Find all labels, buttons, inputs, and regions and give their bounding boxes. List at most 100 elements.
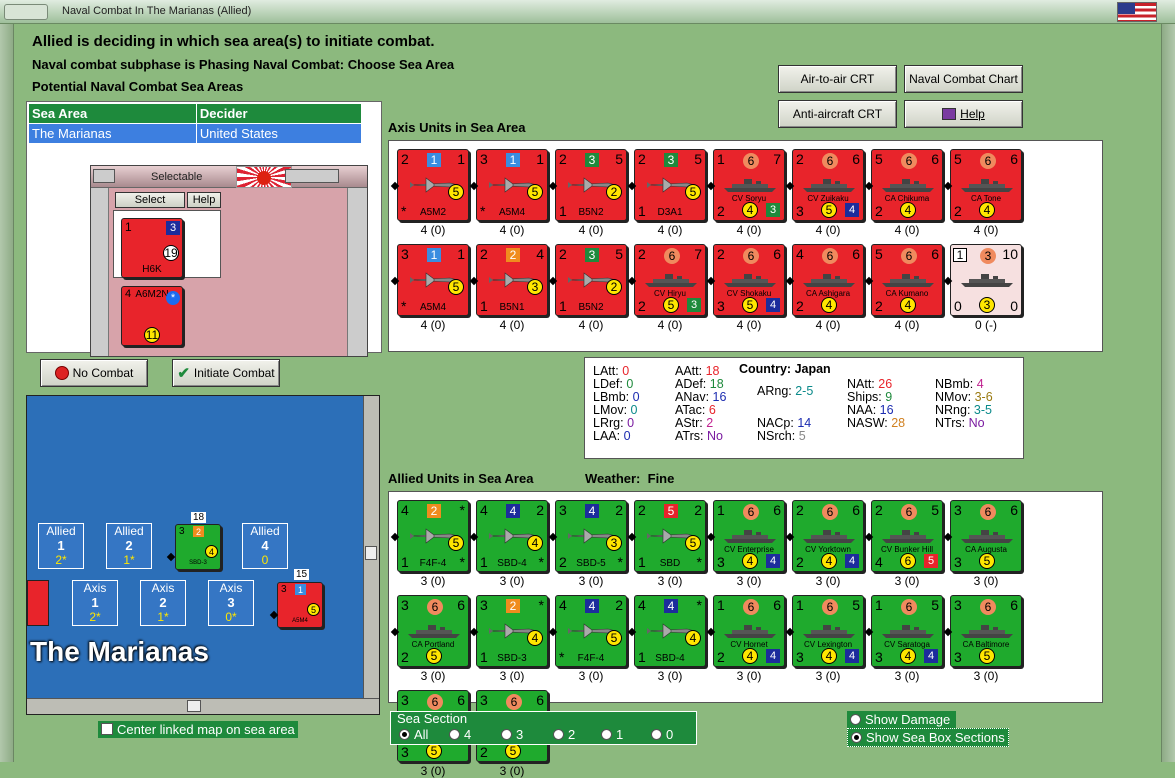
sea-area-cell[interactable]: The Marianas bbox=[28, 123, 197, 144]
axis-unit-counter[interactable]: 5 6 2 6 CA Chikuma 4 bbox=[871, 149, 943, 221]
axis-unit-counter[interactable]: 3 1 * 1 5 A5M4 bbox=[397, 244, 469, 316]
stat-col3-1: NACp: 14 bbox=[757, 416, 812, 430]
allied-unit-counter[interactable]: 3 6 2 6 CA Portland 5 bbox=[397, 595, 469, 667]
map-stack-a5m4[interactable]: 3 1 5 A5M4 bbox=[277, 582, 323, 628]
allied-unit-counter[interactable]: 3 6 3 6 CA Augusta 5 bbox=[950, 500, 1022, 572]
window-menu-icon[interactable] bbox=[4, 4, 48, 20]
axis-sea-box-1[interactable]: Axis 1 2* bbox=[72, 580, 118, 626]
allied-unit-counter[interactable]: 4 2 * 4 5 F4F-4 bbox=[555, 595, 627, 667]
stat-col4-2: NAA: 16 bbox=[847, 403, 894, 417]
stat-col4-0: NAtt: 26 bbox=[847, 377, 893, 391]
allied-sea-box-4[interactable]: Allied 4 0 bbox=[242, 523, 288, 569]
selectable-unit-h6k[interactable]: 1 3 19 H6K bbox=[121, 218, 183, 278]
allied-unit-counter[interactable]: 1 5 3 6 CV Lexington 4 4 bbox=[792, 595, 864, 667]
stat-col4-3: NASW: 28 bbox=[847, 416, 906, 430]
axis-unit-counter[interactable]: 5 6 2 6 CA Tone 4 bbox=[950, 149, 1022, 221]
status-message: Allied is deciding in which sea area(s) … bbox=[32, 33, 435, 50]
column-header-decider[interactable]: Decider bbox=[195, 103, 363, 124]
stat-col3-2: NSrch: 5 bbox=[757, 429, 806, 443]
stat-col1-3: LMov: 0 bbox=[593, 403, 638, 417]
left-frame bbox=[0, 24, 14, 762]
unit-strength-caption: 4 (0) bbox=[736, 223, 762, 237]
unit-strength-caption: 4 (0) bbox=[420, 223, 446, 237]
sea-section-radio-4[interactable]: 4 bbox=[449, 727, 471, 742]
stat-col1-4: LRrg: 0 bbox=[593, 416, 635, 430]
select-button[interactable]: Select bbox=[115, 192, 185, 208]
axis-unit-counter[interactable]: 1 7 2 6 CV Soryu 4 3 bbox=[713, 149, 785, 221]
axis-unit-counter[interactable]: 4 6 2 6 CA Ashigara 4 bbox=[792, 244, 864, 316]
unit-strength-caption: 3 (0) bbox=[657, 669, 683, 683]
naval-combat-chart-button[interactable]: Naval Combat Chart bbox=[904, 65, 1023, 93]
sea-section-radio-3[interactable]: 3 bbox=[501, 727, 523, 742]
allied-unit-counter[interactable]: 4 2 1 * 4 4 SBD-4 bbox=[476, 500, 548, 572]
weather-label: Weather: Fine bbox=[585, 471, 675, 486]
help-button[interactable]: Help bbox=[904, 100, 1023, 128]
axis-unit-counter[interactable]: 3 1 * 1 5 A5M4 bbox=[476, 149, 548, 221]
allied-unit-counter[interactable]: 1 5 3 6 CV Saratoga 4 4 bbox=[871, 595, 943, 667]
axis-unit-counter[interactable]: 2 6 3 6 CV Zuikaku 5 4 bbox=[792, 149, 864, 221]
stat-col3-0: ARng: 2-5 bbox=[757, 384, 814, 398]
axis-unit-counter[interactable]: 2 6 3 6 CV Shokaku 5 4 bbox=[713, 244, 785, 316]
air-to-air-crt-button[interactable]: Air-to-air CRT bbox=[778, 65, 897, 93]
center-map-checkbox[interactable]: Center linked map on sea area bbox=[98, 721, 298, 738]
allied-unit-counter[interactable]: 3 2 2 * 4 3 SBD-5 bbox=[555, 500, 627, 572]
table-row[interactable]: The Marianas United States bbox=[28, 123, 363, 144]
allied-unit-counter[interactable]: 3 * 1 2 4 SBD-3 bbox=[476, 595, 548, 667]
initiate-combat-button[interactable]: ✔ Initiate Combat bbox=[172, 359, 280, 387]
stat-col4-1: Ships: 9 bbox=[847, 390, 893, 404]
sea-section-radio-0[interactable]: 0 bbox=[651, 727, 673, 742]
unit-strength-caption: 4 (0) bbox=[973, 223, 999, 237]
map-stack-sbd-3[interactable]: 3 2 4 SBD-3 bbox=[175, 524, 221, 570]
partial-axis-stack[interactable] bbox=[27, 580, 49, 626]
axis-unit-counter[interactable]: 2 4 1 2 3 B5N1 bbox=[476, 244, 548, 316]
unit-strength-caption: 4 (0) bbox=[815, 318, 841, 332]
allied-unit-counter[interactable]: 4 * 1 * 2 5 F4F-4 bbox=[397, 500, 469, 572]
allied-unit-counter[interactable]: 1 6 2 6 CV Hornet 4 4 bbox=[713, 595, 785, 667]
selectable-scrollbar-left[interactable] bbox=[91, 188, 109, 356]
allied-unit-counter[interactable]: 4 * 1 4 4 SBD-4 bbox=[634, 595, 706, 667]
no-entry-icon bbox=[54, 366, 69, 380]
unit-strength-caption: 4 (0) bbox=[815, 223, 841, 237]
minimize-icon[interactable] bbox=[93, 169, 115, 183]
unit-strength-caption: 3 (0) bbox=[973, 669, 999, 683]
axis-sea-box-2[interactable]: Axis 2 1* bbox=[140, 580, 186, 626]
axis-unit-counter[interactable]: 2 5 1 3 2 B5N2 bbox=[555, 149, 627, 221]
sea-section-radio-1[interactable]: 1 bbox=[601, 727, 623, 742]
selectable-help-button[interactable]: Help bbox=[187, 192, 221, 208]
axis-units-heading: Axis Units in Sea Area bbox=[388, 120, 526, 135]
column-header-sea-area[interactable]: Sea Area bbox=[28, 103, 197, 124]
allied-unit-counter[interactable]: 2 6 2 6 CV Yorktown 4 4 bbox=[792, 500, 864, 572]
selectable-unit-a6m2n[interactable]: 4 A6M2N * 11 bbox=[121, 286, 183, 346]
map-vertical-scrollbar[interactable] bbox=[363, 396, 379, 702]
axis-unit-counter[interactable]: 2 5 1 3 5 D3A1 bbox=[634, 149, 706, 221]
allied-unit-counter[interactable]: 2 2 1 * 5 5 SBD bbox=[634, 500, 706, 572]
decider-cell[interactable]: United States bbox=[195, 123, 363, 144]
stack-marker-icon bbox=[166, 552, 176, 562]
allied-sea-box-1[interactable]: Allied 1 2* bbox=[38, 523, 84, 569]
sea-section-group: Sea Section All 4 3 2 1 0 bbox=[390, 711, 697, 745]
axis-sea-box-3[interactable]: Axis 3 0* bbox=[208, 580, 254, 626]
selectable-scrollbar-right[interactable] bbox=[347, 188, 367, 356]
unit-strength-caption: 3 (0) bbox=[499, 669, 525, 683]
unit-strength-caption: 4 (0) bbox=[420, 318, 446, 332]
sea-section-radio-all[interactable]: All bbox=[399, 727, 428, 742]
axis-unit-counter[interactable]: 2 1 * 1 5 A5M2 bbox=[397, 149, 469, 221]
stat-col5-0: NBmb: 4 bbox=[935, 377, 984, 391]
window-control-icon[interactable] bbox=[285, 169, 339, 183]
allied-unit-counter[interactable]: 3 6 3 6 CA Baltimore 5 bbox=[950, 595, 1022, 667]
map-horizontal-scrollbar[interactable] bbox=[27, 698, 379, 714]
allied-sea-box-2[interactable]: Allied 2 1* bbox=[106, 523, 152, 569]
allied-unit-counter[interactable]: 2 5 4 6 CV Bunker Hill 6 5 bbox=[871, 500, 943, 572]
axis-unit-counter[interactable]: 2 7 2 6 CV Hiryu 5 3 bbox=[634, 244, 706, 316]
no-combat-button[interactable]: No Combat bbox=[40, 359, 148, 387]
show-damage-radio[interactable]: Show Damage bbox=[847, 711, 957, 728]
show-sea-box-radio[interactable]: Show Sea Box Sections bbox=[847, 728, 1009, 747]
anti-aircraft-crt-button[interactable]: Anti-aircraft CRT bbox=[778, 100, 897, 128]
radio-circle bbox=[601, 729, 612, 740]
sea-section-radio-2[interactable]: 2 bbox=[553, 727, 575, 742]
axis-unit-counter[interactable]: 2 5 1 3 2 B5N2 bbox=[555, 244, 627, 316]
title-bar: Naval Combat In The Marianas (Allied) bbox=[0, 0, 1175, 24]
allied-unit-counter[interactable]: 1 6 3 6 CV Enterprise 4 4 bbox=[713, 500, 785, 572]
axis-unit-counter[interactable]: 11000133 bbox=[950, 244, 1022, 316]
axis-unit-counter[interactable]: 5 6 2 6 CA Kumano 4 bbox=[871, 244, 943, 316]
